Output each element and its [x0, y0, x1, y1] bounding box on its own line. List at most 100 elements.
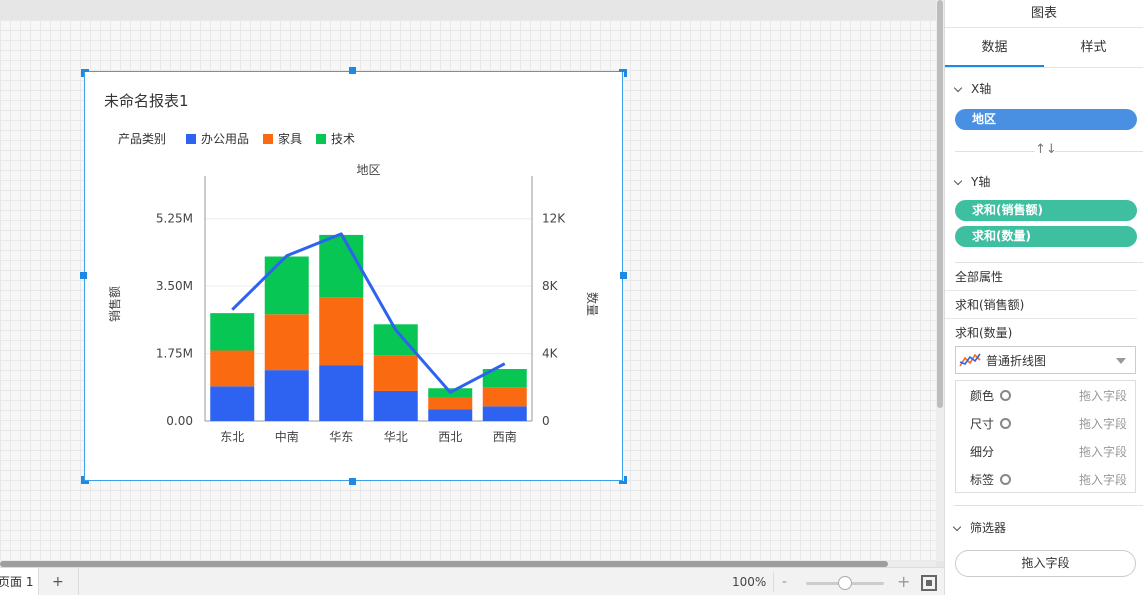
- mark-row-size[interactable]: 尺寸 拖入字段: [956, 410, 1137, 438]
- y-axis-field-pill-quantity[interactable]: 求和(数量): [955, 226, 1137, 247]
- resize-handle-left[interactable]: [80, 272, 87, 279]
- x-axis-field-pill[interactable]: 地区: [955, 109, 1137, 130]
- zoom-slider-handle[interactable]: [838, 576, 852, 590]
- x-tick-label: 华东: [329, 430, 353, 444]
- bar-1-4: [428, 397, 473, 410]
- chart-legend: 产品类别 办公用品 家具 技术: [118, 130, 369, 147]
- legend-swatch-furniture: [263, 133, 274, 144]
- chart-widget[interactable]: 0.00 1.75M 3.50M 5.25M 0 4K 8K 12K 东北 中南 华东 华北 西北 西南 地…: [84, 71, 623, 481]
- filter-drop-button[interactable]: 拖入字段: [955, 550, 1136, 577]
- mark-drop-label[interactable]: 拖入字段: [1079, 466, 1127, 494]
- mark-label-detail: 细分: [970, 445, 995, 459]
- resize-handle-right[interactable]: [620, 272, 627, 279]
- y-axis-title: 销售额: [107, 286, 122, 322]
- mark-label-color: 颜色: [970, 389, 995, 403]
- x-axis-title: 地区: [356, 163, 380, 177]
- bar-0-0: [210, 386, 255, 421]
- y2-tick-label: 12K: [542, 212, 566, 226]
- legend-item-technology[interactable]: 技术: [316, 130, 355, 147]
- legend-item-office[interactable]: 办公用品: [186, 130, 249, 147]
- vertical-scrollbar[interactable]: [936, 0, 944, 561]
- mark-row-detail[interactable]: 细分 拖入字段: [956, 438, 1137, 466]
- bar-0-2: [319, 365, 364, 421]
- zoom-in-button[interactable]: +: [897, 568, 910, 595]
- chart-type-select[interactable]: 普通折线图: [955, 346, 1136, 374]
- x-tick-label: 中南: [275, 429, 299, 444]
- bar-0-4: [428, 409, 473, 421]
- legend-label-office: 办公用品: [201, 132, 250, 146]
- y2-tick-label: 0: [542, 414, 550, 428]
- gear-icon[interactable]: [1000, 418, 1011, 429]
- fit-screen-icon[interactable]: [921, 575, 937, 591]
- prop-sum-sales[interactable]: 求和(销售额): [945, 291, 1137, 319]
- x-tick-label: 东北: [220, 430, 244, 444]
- prop-sum-quantity[interactable]: 求和(数量): [945, 319, 1137, 347]
- prop-all-properties[interactable]: 全部属性: [945, 263, 1137, 291]
- bar-1-5: [482, 387, 527, 407]
- mark-row-color[interactable]: 颜色 拖入字段: [956, 382, 1137, 410]
- tab-style[interactable]: 样式: [1044, 28, 1143, 67]
- mark-drop-size[interactable]: 拖入字段: [1079, 410, 1127, 438]
- line-chart-icon: [959, 353, 981, 367]
- mark-label-size: 尺寸: [970, 417, 995, 431]
- panel-title: 图表: [945, 0, 1143, 28]
- tab-data[interactable]: 数据: [945, 28, 1044, 67]
- panel-tabs: 数据 样式: [945, 28, 1143, 68]
- page-tab[interactable]: 页面 1: [0, 568, 39, 595]
- y-axis-field-pill-sales[interactable]: 求和(销售额): [955, 200, 1137, 221]
- bar-2-2: [319, 234, 364, 298]
- mark-label-label: 标签: [970, 473, 995, 487]
- zoom-out-button[interactable]: -: [782, 568, 787, 595]
- y2-tick-label: 8K: [542, 279, 559, 293]
- mark-drop-color[interactable]: 拖入字段: [1079, 382, 1127, 410]
- resize-handle-bottom-right[interactable]: [619, 476, 627, 484]
- y-axis-section-header[interactable]: Y轴: [945, 164, 1143, 200]
- x-axis-section-header[interactable]: X轴: [945, 69, 1143, 109]
- marks-box: 颜色 拖入字段 尺寸 拖入字段 细分 拖入字段 标签 拖入字段: [955, 380, 1136, 493]
- legend-swatch-office: [186, 133, 197, 144]
- filter-divider: [954, 505, 1143, 506]
- bar-1-0: [210, 350, 255, 387]
- filter-section-header[interactable]: 筛选器: [952, 515, 1007, 541]
- bar-1-1: [264, 314, 309, 371]
- x-axis-label: X轴: [971, 82, 992, 96]
- caret-down-icon: [1116, 358, 1126, 364]
- vertical-scroll-thumb[interactable]: [937, 0, 943, 408]
- canvas-top-bar: [0, 0, 936, 20]
- chevron-down-icon: [953, 83, 963, 92]
- chart-title: 未命名报表1: [104, 92, 189, 110]
- y2-tick-label: 4K: [542, 347, 559, 361]
- bar-2-0: [210, 313, 255, 351]
- resize-handle-top-right[interactable]: [619, 69, 627, 77]
- resize-handle-top[interactable]: [349, 67, 356, 74]
- x-tick-label: 西南: [493, 429, 517, 444]
- tab-separator: [78, 568, 79, 595]
- gear-icon[interactable]: [1000, 390, 1011, 401]
- add-page-button[interactable]: +: [52, 568, 66, 595]
- legend-label-technology: 技术: [331, 132, 356, 146]
- legend-swatch-technology: [316, 133, 327, 144]
- y-tick-label: 3.50M: [156, 279, 193, 293]
- zoom-separator: [773, 572, 774, 592]
- chevron-down-icon: [952, 522, 962, 531]
- y-tick-label: 5.25M: [156, 212, 193, 226]
- filter-label: 筛选器: [970, 521, 1007, 535]
- y2-axis-title: 数量: [585, 292, 600, 316]
- swap-axes-icon[interactable]: ↑↓: [1035, 142, 1057, 157]
- mark-row-label[interactable]: 标签 拖入字段: [956, 466, 1137, 494]
- mark-drop-detail[interactable]: 拖入字段: [1079, 438, 1127, 466]
- resize-handle-bottom-left[interactable]: [81, 476, 89, 484]
- gear-icon[interactable]: [1000, 474, 1011, 485]
- status-bar: 页面 1 + 100% - +: [0, 567, 944, 595]
- resize-handle-top-left[interactable]: [81, 69, 89, 77]
- chart-type-label: 普通折线图: [986, 354, 1047, 368]
- chevron-down-icon: [953, 176, 963, 185]
- resize-handle-bottom[interactable]: [349, 478, 356, 485]
- bar-0-5: [482, 406, 527, 421]
- legend-item-furniture[interactable]: 家具: [263, 130, 302, 147]
- x-tick-label: 西北: [438, 430, 462, 444]
- bar-0-3: [373, 390, 418, 421]
- legend-label-furniture: 家具: [278, 132, 303, 146]
- bar-1-2: [319, 297, 364, 366]
- legend-title: 产品类别: [118, 132, 167, 146]
